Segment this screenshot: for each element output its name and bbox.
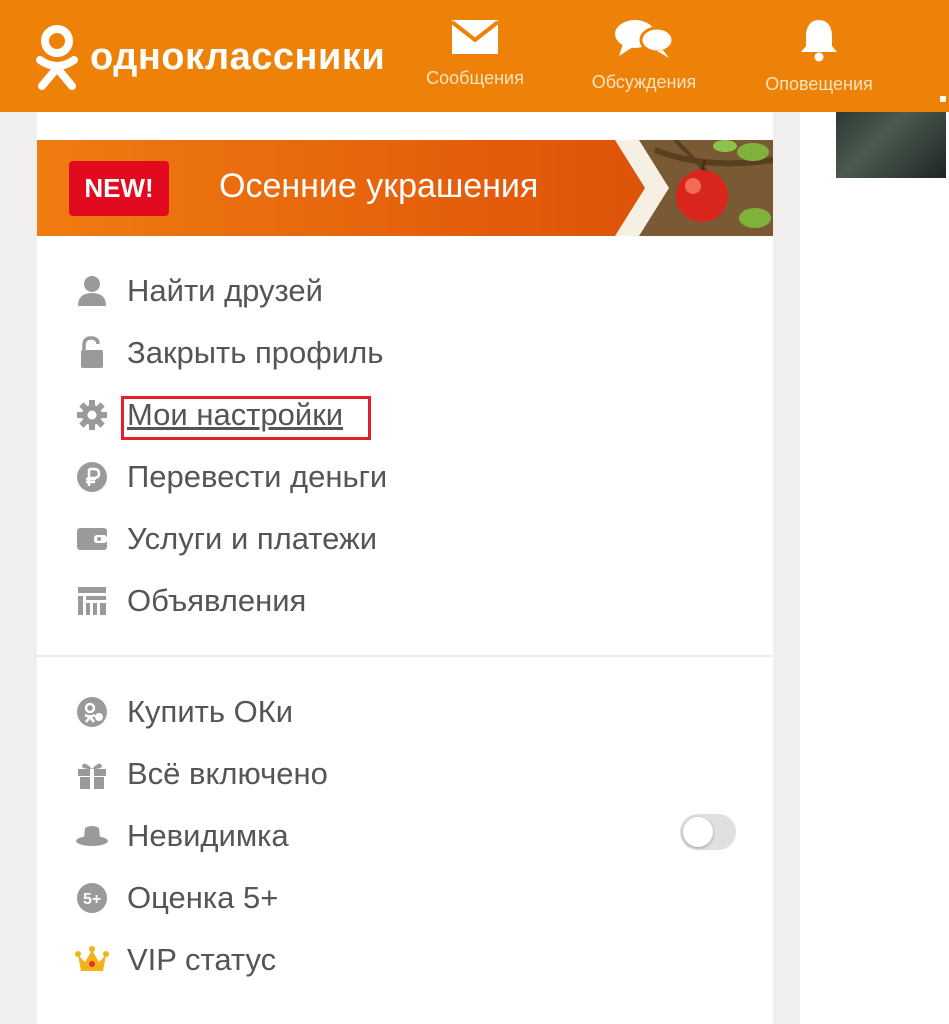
gear-icon [75,398,109,432]
menu-item-label: Всё включено [127,756,328,791]
chat-bubbles-icon [615,20,675,58]
person-icon [75,274,109,308]
menu-item-vip-status[interactable]: VIP статус [37,929,773,991]
promo-banner-title: Осенние украшения [219,167,539,205]
menu-item-label: Найти друзей [127,273,323,308]
gift-icon [75,757,109,791]
nav-notifications-button[interactable]: Оповещения [744,18,894,108]
nav-overflow-indicator [940,96,946,102]
menu-item-invisible[interactable]: Невидимка [37,805,773,867]
panel-gutter [773,112,800,1024]
menu-item-label: Купить ОКи [127,694,294,729]
wallet-icon [75,522,109,556]
ruble-icon [75,460,109,494]
menu-item-ads[interactable]: Объявления [37,570,773,632]
menu-item-close-profile[interactable]: Закрыть профиль [37,322,773,384]
brand-name[interactable]: одноклассники [90,36,385,79]
menu-item-transfer-money[interactable]: Перевести деньги [37,446,773,508]
menu-item-label: Перевести деньги [127,459,388,494]
menu-item-services-payments[interactable]: Услуги и платежи [37,508,773,570]
nav-notifications-label: Оповещения [765,74,873,94]
new-badge: NEW! [69,161,169,216]
right-content-area [800,112,949,1024]
secondary-menu: Купить ОКи Всё включено Невидимка 5+ Оце… [37,681,773,991]
apple-branch-icon [615,140,773,236]
ok-coin-icon [75,695,109,729]
user-photo-thumbnail[interactable] [836,112,946,178]
nav-discussions-button[interactable]: Обсуждения [569,18,719,108]
menu-divider [37,655,773,657]
menu-item-label: Объявления [127,583,307,618]
settings-highlight-box [121,396,371,440]
nav-messages-button[interactable]: Сообщения [400,18,550,108]
bell-icon [801,20,837,62]
svg-text:5+: 5+ [83,891,101,908]
unlocked-padlock-icon [75,336,109,370]
menu-item-label: Оценка 5+ [127,880,279,915]
menu-item-label: Невидимка [127,818,289,853]
menu-item-label: VIP статус [127,942,277,977]
toggle-knob [683,817,713,847]
five-plus-icon: 5+ [75,881,109,915]
invisible-mode-toggle[interactable] [680,814,736,850]
menu-item-label: Услуги и платежи [127,521,378,556]
odnoklassniki-logo-icon[interactable] [34,24,80,90]
promo-banner[interactable]: NEW! Осенние украшения [37,140,773,236]
menu-item-all-inclusive[interactable]: Всё включено [37,743,773,805]
nav-messages-label: Сообщения [426,68,524,88]
nav-discussions-label: Обсуждения [591,72,697,92]
primary-menu: Найти друзей Закрыть профиль Мои настрой… [37,260,773,632]
ads-board-icon [75,584,109,618]
menu-item-rating-5plus[interactable]: 5+ Оценка 5+ [37,867,773,929]
envelope-icon [450,20,500,54]
menu-item-find-friends[interactable]: Найти друзей [37,260,773,322]
top-navigation-bar: одноклассники Сообщения Обсуждения Опове… [0,0,949,112]
crown-icon [75,943,109,977]
menu-item-label: Закрыть профиль [127,335,384,370]
hat-icon [75,819,109,853]
menu-item-buy-ok[interactable]: Купить ОКи [37,681,773,743]
